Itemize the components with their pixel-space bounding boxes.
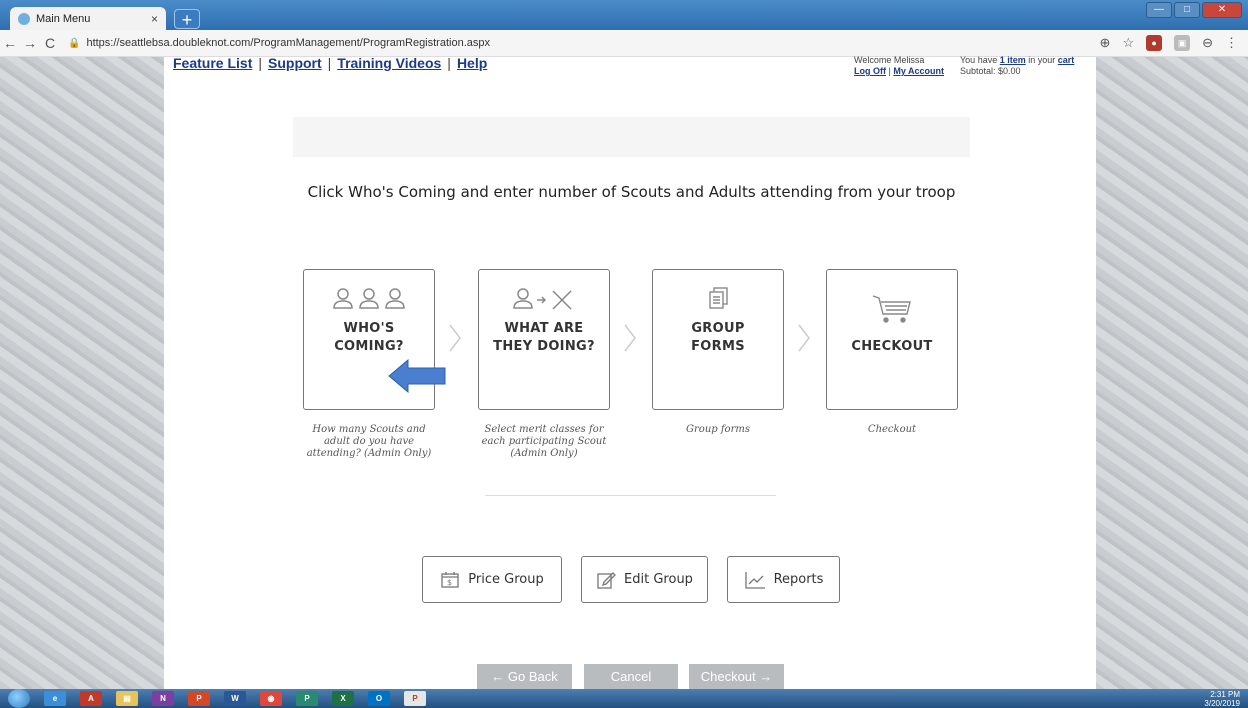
cart-count-link[interactable]: 1 item bbox=[1000, 55, 1026, 65]
subtotal: Subtotal: $0.00 bbox=[960, 66, 1021, 76]
reports-label: Reports bbox=[773, 572, 824, 587]
pdf-icon[interactable]: P bbox=[404, 691, 426, 706]
step-title: CHECKOUT bbox=[851, 339, 933, 354]
step-title: WHAT ARE THEY DOING? bbox=[493, 321, 595, 354]
step-description: How many Scouts and adult do you have at… bbox=[306, 424, 432, 459]
window-controls: — □ ✕ bbox=[1146, 2, 1242, 18]
back-button[interactable]: ← bbox=[0, 35, 20, 51]
cart-link[interactable]: cart bbox=[1058, 55, 1075, 65]
menu-icon[interactable]: ⋮ bbox=[1225, 35, 1238, 51]
acrobat-icon[interactable]: A bbox=[80, 691, 102, 706]
chevron-right-icon bbox=[449, 324, 461, 352]
price-group-button[interactable]: $ Price Group bbox=[422, 556, 562, 603]
chart-icon bbox=[744, 571, 765, 589]
clock-date: 3/20/2019 bbox=[1204, 699, 1240, 708]
top-links: Feature List | Support | Training Videos | Hel… bbox=[173, 55, 488, 71]
step-description: Checkout bbox=[867, 424, 917, 435]
cart-summary: You have 1 item in your cart Subtotal: $… bbox=[960, 55, 1075, 76]
browser-toolbar: ← → C 🔒 https://seattlebsa.doubleknot.co… bbox=[0, 30, 1248, 57]
step-group-forms[interactable]: GROUP FORMS bbox=[652, 269, 784, 410]
reports-button[interactable]: Reports bbox=[727, 556, 840, 603]
publisher-icon[interactable]: P bbox=[296, 691, 318, 706]
address-bar[interactable]: 🔒 https://seattlebsa.doubleknot.com/Prog… bbox=[68, 32, 1100, 54]
explorer-icon[interactable]: ▤ bbox=[116, 691, 138, 706]
edit-icon bbox=[597, 571, 616, 589]
new-tab-button[interactable]: + bbox=[174, 9, 200, 30]
chevron-right-icon bbox=[624, 324, 636, 352]
chevron-right-icon bbox=[798, 324, 810, 352]
price-group-label: Price Group bbox=[468, 572, 544, 587]
tab-title: Main Menu bbox=[36, 12, 91, 25]
powerpoint-icon[interactable]: P bbox=[188, 691, 210, 706]
close-window-button[interactable]: ✕ bbox=[1202, 2, 1242, 18]
divider bbox=[485, 495, 776, 496]
onenote-icon[interactable]: N bbox=[152, 691, 174, 706]
help-link[interactable]: Help bbox=[457, 55, 487, 71]
browser-tab[interactable]: Main Menu × bbox=[10, 7, 166, 30]
url-text: https://seattlebsa.doubleknot.com/Progra… bbox=[86, 37, 490, 49]
my-account-link[interactable]: My Account bbox=[893, 66, 944, 76]
welcome-text: Welcome Melissa bbox=[854, 55, 925, 65]
welcome-area: Welcome Melissa Log Off | My Account bbox=[854, 55, 945, 76]
checkout-button[interactable]: Checkout → bbox=[689, 664, 784, 689]
excel-icon[interactable]: X bbox=[332, 691, 354, 706]
training-videos-link[interactable]: Training Videos bbox=[337, 55, 441, 71]
extension-icon[interactable]: ● bbox=[1146, 35, 1163, 51]
edit-group-button[interactable]: Edit Group bbox=[581, 556, 708, 603]
word-icon[interactable]: W bbox=[224, 691, 246, 706]
maximize-button[interactable]: □ bbox=[1174, 2, 1200, 18]
go-back-button[interactable]: ← Go Back bbox=[477, 664, 572, 689]
step-description: Group forms bbox=[686, 424, 750, 435]
extension-2-icon[interactable]: ▣ bbox=[1174, 35, 1191, 51]
forward-button[interactable]: → bbox=[20, 35, 40, 51]
feature-list-link[interactable]: Feature List bbox=[173, 55, 252, 71]
edit-group-label: Edit Group bbox=[624, 572, 693, 587]
step-title: WHO'S COMING? bbox=[334, 321, 404, 354]
cart-icon bbox=[871, 294, 913, 324]
reload-button[interactable]: C bbox=[40, 35, 60, 51]
page-content: Feature List | Support | Training Videos | Hel… bbox=[164, 55, 1096, 689]
banner-placeholder bbox=[293, 117, 970, 157]
tab-close-icon[interactable]: × bbox=[151, 12, 158, 26]
svg-text:$: $ bbox=[447, 578, 452, 587]
forms-icon bbox=[706, 284, 730, 314]
cancel-button[interactable]: Cancel bbox=[584, 664, 678, 689]
bookmark-star-icon[interactable]: ☆ bbox=[1122, 35, 1134, 51]
profile-icon[interactable]: ⊖ bbox=[1202, 35, 1213, 51]
outlook-icon[interactable]: O bbox=[368, 691, 390, 706]
favicon-icon bbox=[18, 12, 30, 25]
activity-icon bbox=[513, 284, 575, 314]
start-button[interactable] bbox=[8, 689, 30, 708]
ie-icon[interactable]: e bbox=[44, 691, 66, 706]
step-what-are-they-doing[interactable]: WHAT ARE THEY DOING? bbox=[478, 269, 610, 410]
windows-taskbar: e A ▤ N P W ◉ P X O P 2:31 PM 3/20/2019 bbox=[0, 689, 1248, 708]
support-link[interactable]: Support bbox=[268, 55, 322, 71]
price-icon: $ bbox=[441, 571, 459, 588]
lock-icon: 🔒 bbox=[68, 37, 81, 49]
zoom-icon[interactable]: ⊕ bbox=[1100, 35, 1111, 51]
logoff-link[interactable]: Log Off bbox=[854, 66, 886, 76]
step-checkout[interactable]: CHECKOUT bbox=[826, 269, 958, 410]
clock-time: 2:31 PM bbox=[1210, 690, 1240, 699]
browser-tabstrip: Main Menu × + — □ ✕ bbox=[0, 0, 1248, 30]
people-icon bbox=[331, 284, 407, 314]
pointer-arrow-icon bbox=[388, 359, 446, 393]
step-title: GROUP FORMS bbox=[691, 321, 745, 354]
step-description: Select merit classes for each participat… bbox=[481, 424, 607, 459]
minimize-button[interactable]: — bbox=[1146, 2, 1172, 18]
chrome-icon[interactable]: ◉ bbox=[260, 691, 282, 706]
system-tray: 2:31 PM 3/20/2019 bbox=[1204, 690, 1240, 708]
instruction-text: Click Who's Coming and enter number of S… bbox=[307, 183, 956, 201]
